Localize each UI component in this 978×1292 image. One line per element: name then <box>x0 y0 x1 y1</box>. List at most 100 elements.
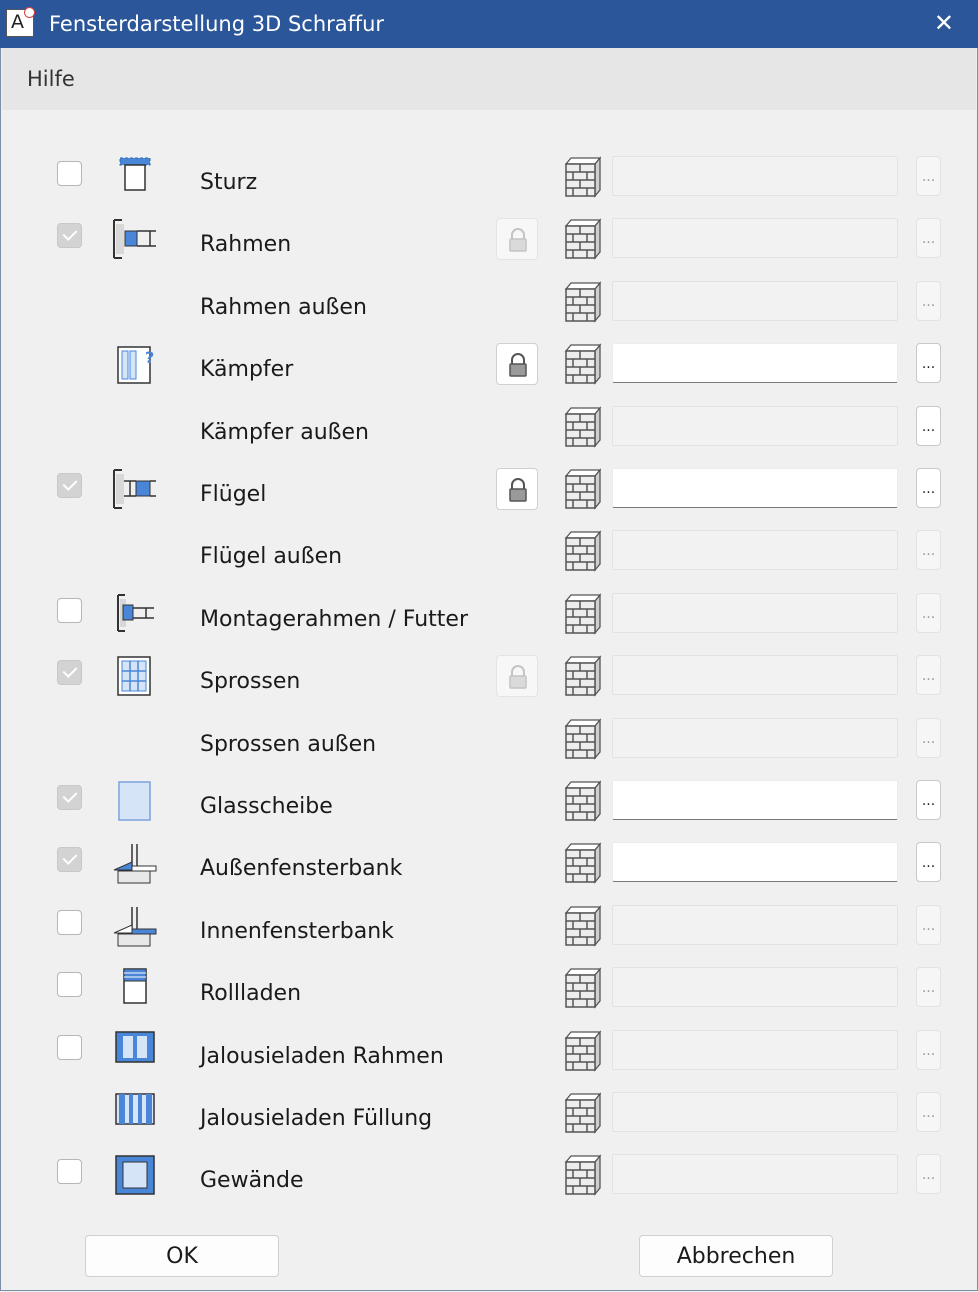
hatch-name-field[interactable] <box>612 1030 898 1070</box>
browse-button[interactable]: ... <box>916 718 941 758</box>
row-label: Innenfensterbank <box>200 919 394 944</box>
hatch-name-field[interactable] <box>612 780 898 820</box>
brick-hatch-icon[interactable] <box>562 406 602 448</box>
row-checkbox[interactable] <box>57 1159 82 1184</box>
row-checkbox[interactable] <box>57 972 82 997</box>
brick-hatch-icon[interactable] <box>562 780 602 822</box>
hatch-name-field[interactable] <box>612 156 898 196</box>
row-checkbox[interactable] <box>57 223 82 248</box>
row-label: Montagerahmen / Futter <box>200 607 468 632</box>
hatch-row: Rahmen... <box>0 218 978 280</box>
row-label: Rollladen <box>200 981 302 1006</box>
browse-button[interactable]: ... <box>916 967 941 1007</box>
row-checkbox[interactable] <box>57 785 82 810</box>
hatch-row: Außenfensterbank... <box>0 842 978 904</box>
browse-button[interactable]: ... <box>916 842 941 882</box>
browse-button[interactable]: ... <box>916 406 941 446</box>
row-checkbox[interactable] <box>57 660 82 685</box>
browse-button[interactable]: ... <box>916 905 941 945</box>
hatch-name-field[interactable] <box>612 1092 898 1132</box>
glass-pane-icon <box>110 778 160 822</box>
row-label: Kämpfer <box>200 357 294 382</box>
brick-hatch-icon[interactable] <box>562 1154 602 1196</box>
hatch-row: Sprossen... <box>0 655 978 717</box>
lock-button[interactable] <box>496 468 538 510</box>
hatch-name-field[interactable] <box>612 842 898 882</box>
brick-hatch-icon[interactable] <box>562 718 602 760</box>
hatch-row: Kämpfer außen... <box>0 406 978 468</box>
brick-hatch-icon[interactable] <box>562 468 602 510</box>
browse-button[interactable]: ... <box>916 655 941 695</box>
hatch-row: Flügel außen... <box>0 530 978 592</box>
brick-hatch-icon[interactable] <box>562 281 602 323</box>
hatch-name-field[interactable] <box>612 593 898 633</box>
brick-hatch-icon[interactable] <box>562 593 602 635</box>
cancel-button[interactable]: Abbrechen <box>639 1235 833 1277</box>
hatch-row: Innenfensterbank... <box>0 905 978 967</box>
row-label: Glasscheibe <box>200 794 333 819</box>
hatch-name-field[interactable] <box>612 655 898 695</box>
row-checkbox[interactable] <box>57 473 82 498</box>
hatch-row: Glasscheibe... <box>0 780 978 842</box>
brick-hatch-icon[interactable] <box>562 343 602 385</box>
lock-button[interactable] <box>496 655 538 697</box>
sash-icon <box>110 466 160 510</box>
browse-button[interactable]: ... <box>916 281 941 321</box>
hatch-name-field[interactable] <box>612 406 898 446</box>
browse-button[interactable]: ... <box>916 593 941 633</box>
title-bar: A Fensterdarstellung 3D Schraffur ✕ <box>0 0 978 48</box>
row-label: Sturz <box>200 170 258 195</box>
exterior-sill-icon <box>110 840 160 884</box>
ok-button[interactable]: OK <box>85 1235 279 1277</box>
browse-button[interactable]: ... <box>916 780 941 820</box>
app-icon-letter: A <box>11 11 24 33</box>
row-label: Außenfensterbank <box>200 856 403 881</box>
svg-text:?: ? <box>145 348 154 367</box>
hatch-name-field[interactable] <box>612 530 898 570</box>
browse-button[interactable]: ... <box>916 1092 941 1132</box>
app-icon: A <box>6 7 35 37</box>
browse-button[interactable]: ... <box>916 156 941 196</box>
reveal-icon <box>110 1152 160 1196</box>
hatch-row: Jalousieladen Rahmen... <box>0 1030 978 1092</box>
brick-hatch-icon[interactable] <box>562 967 602 1009</box>
row-label: Gewände <box>200 1168 304 1193</box>
row-checkbox[interactable] <box>57 910 82 935</box>
browse-button[interactable]: ... <box>916 1030 941 1070</box>
hatch-name-field[interactable] <box>612 468 898 508</box>
interior-sill-icon <box>110 903 160 947</box>
browse-button[interactable]: ... <box>916 343 941 383</box>
brick-hatch-icon[interactable] <box>562 905 602 947</box>
row-checkbox[interactable] <box>57 598 82 623</box>
hatch-row: Sturz... <box>0 156 978 218</box>
hatch-name-field[interactable] <box>612 718 898 758</box>
browse-button[interactable]: ... <box>916 468 941 508</box>
browse-button[interactable]: ... <box>916 530 941 570</box>
hatch-name-field[interactable] <box>612 905 898 945</box>
brick-hatch-icon[interactable] <box>562 218 602 260</box>
lock-button[interactable] <box>496 343 538 385</box>
transom-icon: ? <box>110 341 160 385</box>
row-label: Sprossen <box>200 669 301 694</box>
browse-button[interactable]: ... <box>916 218 941 258</box>
close-button[interactable]: ✕ <box>934 8 954 38</box>
brick-hatch-icon[interactable] <box>562 655 602 697</box>
row-checkbox[interactable] <box>57 1035 82 1060</box>
menu-item-hilfe[interactable]: Hilfe <box>27 67 75 91</box>
brick-hatch-icon[interactable] <box>562 156 602 198</box>
browse-button[interactable]: ... <box>916 1154 941 1194</box>
lock-button[interactable] <box>496 218 538 260</box>
brick-hatch-icon[interactable] <box>562 1092 602 1134</box>
window-title: Fensterdarstellung 3D Schraffur <box>49 12 385 36</box>
brick-hatch-icon[interactable] <box>562 530 602 572</box>
hatch-name-field[interactable] <box>612 967 898 1007</box>
hatch-row: Gewände... <box>0 1154 978 1216</box>
hatch-name-field[interactable] <box>612 1154 898 1194</box>
hatch-name-field[interactable] <box>612 218 898 258</box>
brick-hatch-icon[interactable] <box>562 842 602 884</box>
row-checkbox[interactable] <box>57 847 82 872</box>
brick-hatch-icon[interactable] <box>562 1030 602 1072</box>
hatch-name-field[interactable] <box>612 281 898 321</box>
hatch-name-field[interactable] <box>612 343 898 383</box>
row-checkbox[interactable] <box>57 161 82 186</box>
